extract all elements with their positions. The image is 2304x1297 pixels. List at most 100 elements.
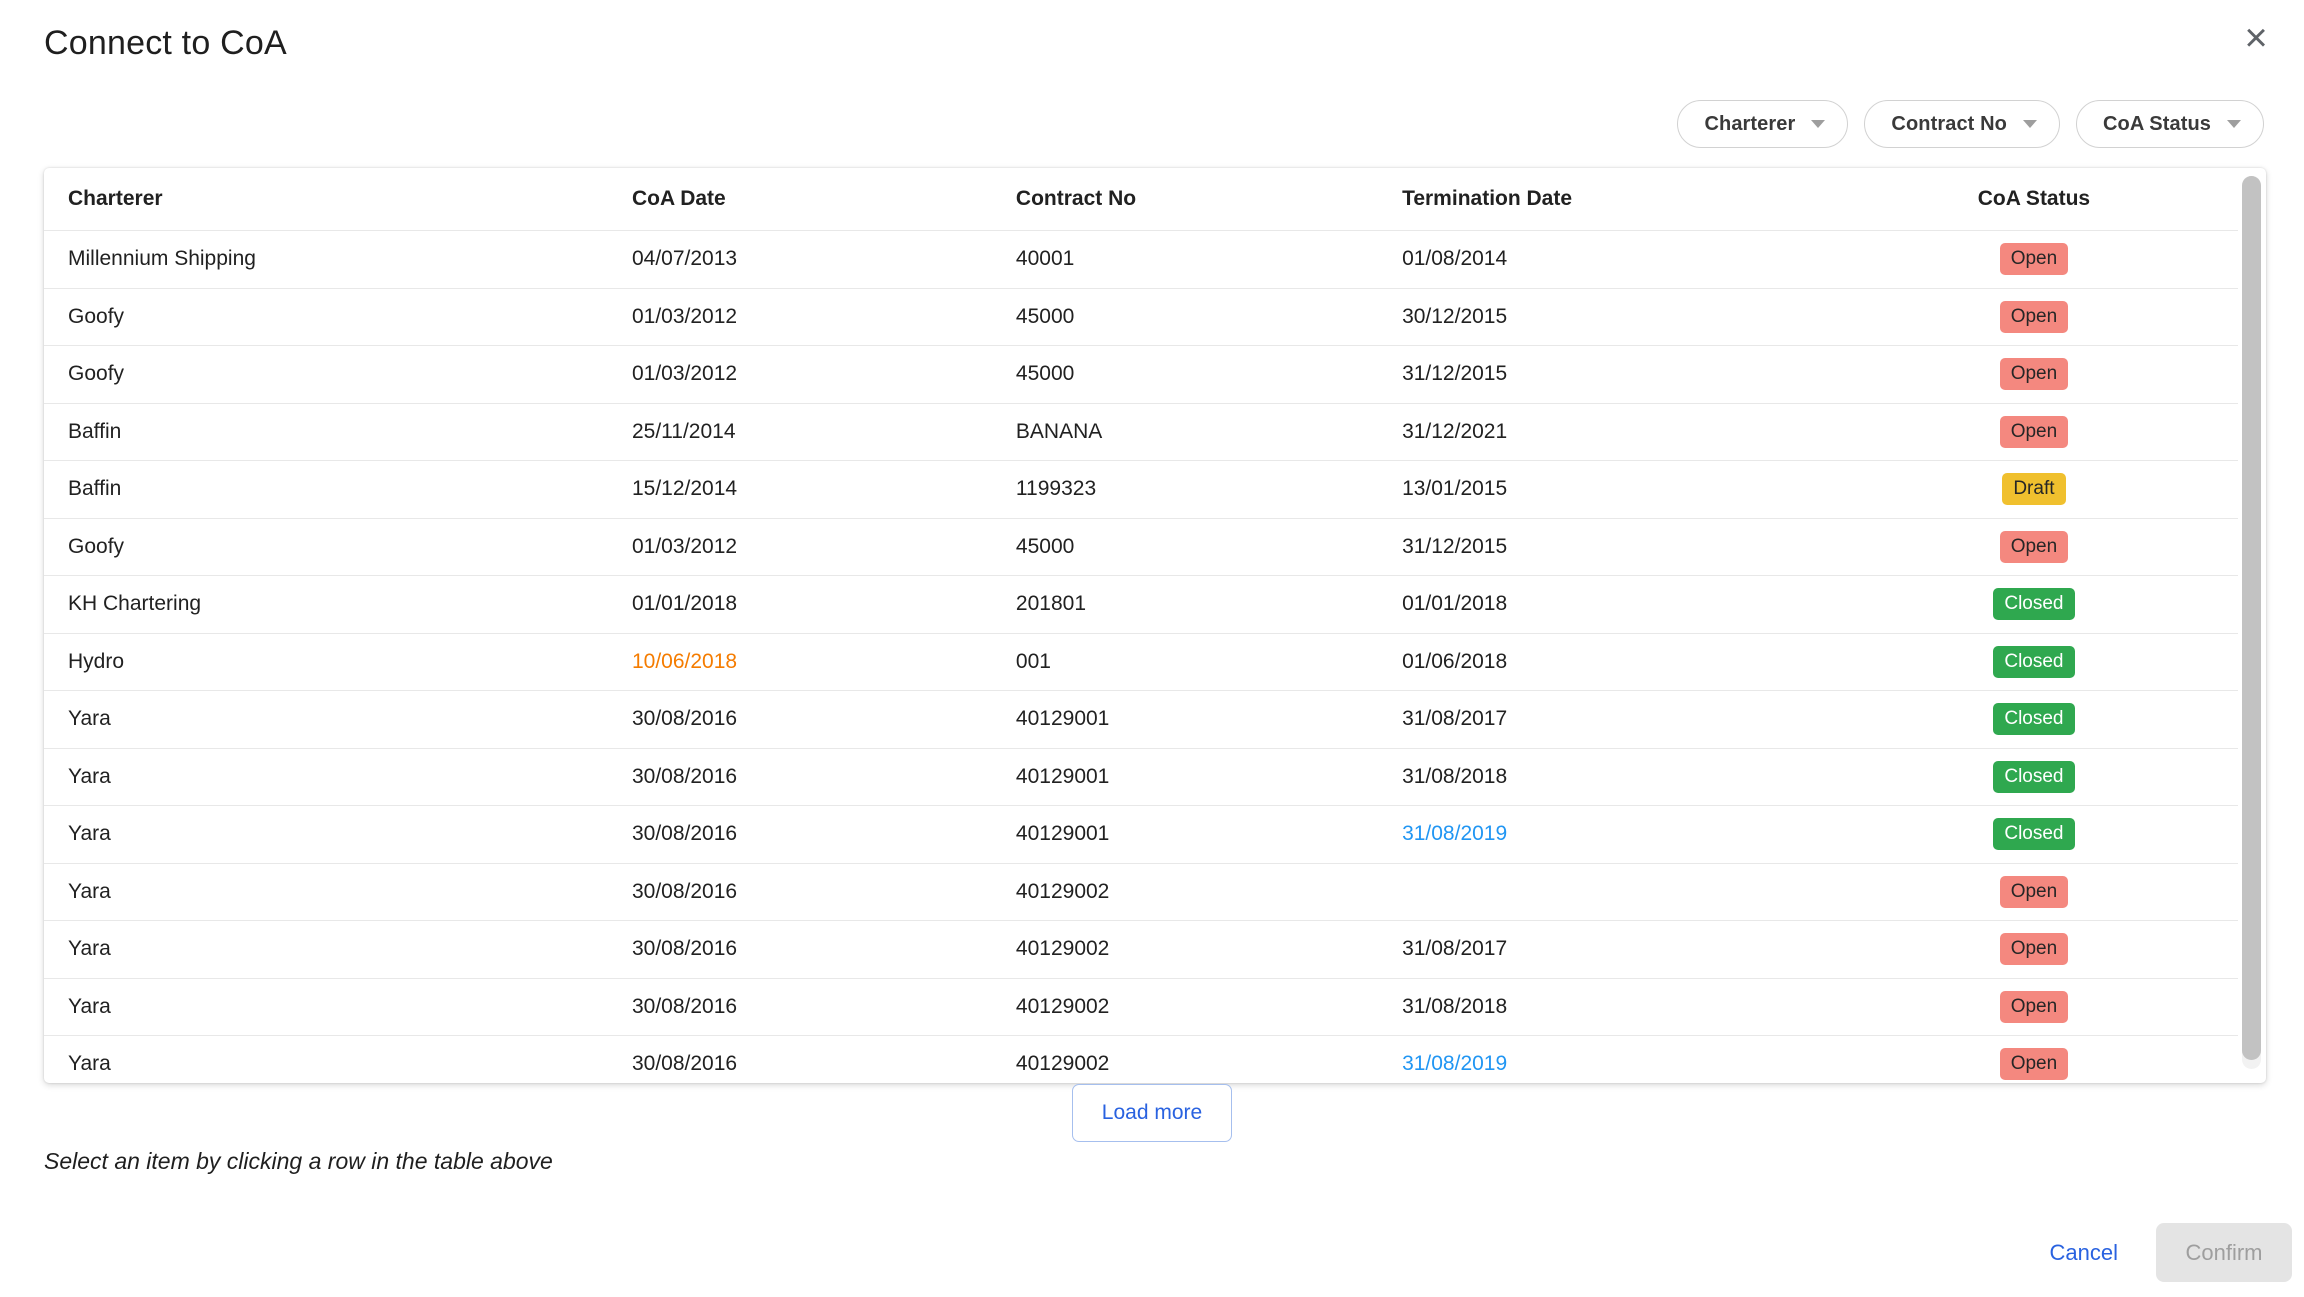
cell-coa-date: 01/03/2012 [632, 305, 1016, 329]
cell-contract-no: 40129002 [1016, 880, 1402, 904]
scrollbar-thumb[interactable] [2242, 176, 2261, 1060]
filter-charterer[interactable]: Charterer [1677, 100, 1848, 148]
cell-charterer: Yara [44, 707, 632, 731]
cell-coa-date: 01/03/2012 [632, 362, 1016, 386]
status-badge: Open [2000, 243, 2068, 275]
termination-date-link[interactable]: 31/08/2019 [1402, 822, 1830, 846]
cell-coa-date: 25/11/2014 [632, 420, 1016, 444]
cell-termination-date: 31/12/2015 [1402, 535, 1830, 559]
table-row[interactable]: Yara 30/08/2016 40129002 31/08/2018 Open [44, 978, 2238, 1036]
cell-coa-status: Open [1830, 1048, 2238, 1080]
filter-coa-status-label: CoA Status [2103, 113, 2211, 136]
table-row[interactable]: Yara 30/08/2016 40129002 31/08/2017 Open [44, 920, 2238, 978]
cell-contract-no: 45000 [1016, 535, 1402, 559]
cell-coa-status: Open [1830, 416, 2238, 448]
cell-coa-status: Open [1830, 358, 2238, 390]
cell-coa-date: 15/12/2014 [632, 477, 1016, 501]
cell-coa-status: Draft [1830, 473, 2238, 505]
cell-charterer: Yara [44, 880, 632, 904]
column-header-contract-no: Contract No [1016, 187, 1402, 211]
cell-coa-date: 30/08/2016 [632, 880, 1016, 904]
cell-termination-date: 31/12/2021 [1402, 420, 1830, 444]
cell-contract-no: 40129002 [1016, 937, 1402, 961]
cell-coa-status: Open [1830, 301, 2238, 333]
chevron-down-icon [2227, 120, 2241, 128]
cell-coa-date: 30/08/2016 [632, 822, 1016, 846]
cell-contract-no: 201801 [1016, 592, 1402, 616]
status-badge: Closed [1993, 646, 2074, 678]
status-badge: Closed [1993, 588, 2074, 620]
cell-charterer: KH Chartering [44, 592, 632, 616]
cell-coa-date: 30/08/2016 [632, 707, 1016, 731]
table-body: Millennium Shipping 04/07/2013 40001 01/… [44, 230, 2238, 1083]
column-header-coa-status: CoA Status [1830, 187, 2238, 211]
status-badge: Closed [1993, 761, 2074, 793]
modal-title: Connect to CoA [44, 24, 287, 63]
table-row[interactable]: Yara 30/08/2016 40129001 31/08/2018 Clos… [44, 748, 2238, 806]
cell-termination-date: 01/08/2014 [1402, 247, 1830, 271]
status-badge: Closed [1993, 818, 2074, 850]
table-row[interactable]: Yara 30/08/2016 40129002 31/08/2019 Open [44, 1035, 2238, 1083]
confirm-button[interactable]: Confirm [2156, 1223, 2292, 1282]
table-row[interactable]: Yara 30/08/2016 40129001 31/08/2017 Clos… [44, 690, 2238, 748]
chevron-down-icon [1811, 120, 1825, 128]
cancel-button[interactable]: Cancel [2050, 1240, 2118, 1266]
cell-coa-status: Closed [1830, 818, 2238, 850]
modal-actions: Cancel Confirm [2050, 1223, 2292, 1282]
table-row[interactable]: Millennium Shipping 04/07/2013 40001 01/… [44, 230, 2238, 288]
column-header-termination-date: Termination Date [1402, 187, 1830, 211]
filter-bar: Charterer Contract No CoA Status [1677, 100, 2264, 148]
cell-termination-date: 31/12/2015 [1402, 362, 1830, 386]
cell-coa-date: 30/08/2016 [632, 1052, 1016, 1076]
cell-termination-date: 01/01/2018 [1402, 592, 1830, 616]
filter-charterer-label: Charterer [1704, 113, 1795, 136]
filter-coa-status[interactable]: CoA Status [2076, 100, 2264, 148]
cell-contract-no: 1199323 [1016, 477, 1402, 501]
status-badge: Open [2000, 991, 2068, 1023]
table-row[interactable]: Yara 30/08/2016 40129002 Open [44, 863, 2238, 921]
table-row[interactable]: Goofy 01/03/2012 45000 30/12/2015 Open [44, 288, 2238, 346]
cell-coa-status: Closed [1830, 646, 2238, 678]
status-badge: Open [2000, 416, 2068, 448]
coa-table: Charterer CoA Date Contract No Terminati… [44, 168, 2266, 1083]
table-header-row: Charterer CoA Date Contract No Terminati… [44, 168, 2238, 230]
cell-coa-status: Closed [1830, 588, 2238, 620]
close-button[interactable]: × [2232, 14, 2280, 62]
close-icon: × [2244, 18, 2267, 58]
termination-date-link[interactable]: 31/08/2019 [1402, 1052, 1830, 1076]
cell-termination-date: 13/01/2015 [1402, 477, 1830, 501]
table-row[interactable]: Baffin 15/12/2014 1199323 13/01/2015 Dra… [44, 460, 2238, 518]
table-row[interactable]: Yara 30/08/2016 40129001 31/08/2019 Clos… [44, 805, 2238, 863]
table-row[interactable]: KH Chartering 01/01/2018 201801 01/01/20… [44, 575, 2238, 633]
cell-contract-no: 40129001 [1016, 822, 1402, 846]
filter-contract-no[interactable]: Contract No [1864, 100, 2060, 148]
cell-charterer: Yara [44, 765, 632, 789]
table-row[interactable]: Goofy 01/03/2012 45000 31/12/2015 Open [44, 518, 2238, 576]
cell-contract-no: 40129001 [1016, 765, 1402, 789]
cell-charterer: Yara [44, 937, 632, 961]
status-badge: Closed [1993, 703, 2074, 735]
filter-contract-no-label: Contract No [1891, 113, 2007, 136]
cell-charterer: Baffin [44, 420, 632, 444]
cell-coa-status: Closed [1830, 761, 2238, 793]
cell-coa-date: 04/07/2013 [632, 247, 1016, 271]
table-content: Charterer CoA Date Contract No Terminati… [44, 168, 2238, 1083]
status-badge: Open [2000, 531, 2068, 563]
status-badge: Open [2000, 301, 2068, 333]
cell-coa-status: Open [1830, 991, 2238, 1023]
column-header-charterer: Charterer [44, 187, 632, 211]
vertical-scrollbar[interactable] [2242, 176, 2261, 1069]
cell-coa-date: 30/08/2016 [632, 937, 1016, 961]
cell-termination-date: 31/08/2018 [1402, 765, 1830, 789]
load-more-button[interactable]: Load more [1072, 1084, 1232, 1142]
cell-coa-date: 01/03/2012 [632, 535, 1016, 559]
table-row[interactable]: Baffin 25/11/2014 BANANA 31/12/2021 Open [44, 403, 2238, 461]
table-row[interactable]: Hydro 10/06/2018 001 01/06/2018 Closed [44, 633, 2238, 691]
table-row[interactable]: Goofy 01/03/2012 45000 31/12/2015 Open [44, 345, 2238, 403]
status-badge: Open [2000, 933, 2068, 965]
cell-charterer: Yara [44, 822, 632, 846]
status-badge: Open [2000, 358, 2068, 390]
cell-coa-date: 10/06/2018 [632, 650, 1016, 674]
cell-charterer: Goofy [44, 305, 632, 329]
load-more-container: Load more [0, 1084, 2304, 1142]
